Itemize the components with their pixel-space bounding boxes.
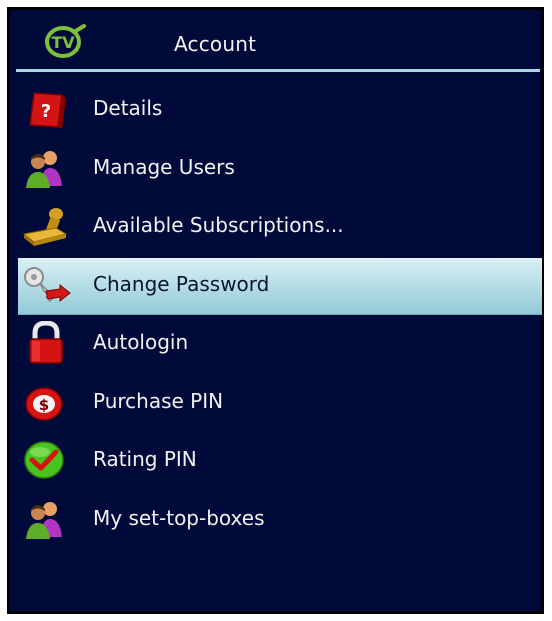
dollar-icon: $: [25, 386, 63, 421]
menu-item-available-subscriptions[interactable]: Available Subscriptions...: [10, 197, 541, 256]
tv-logo-icon: TV: [45, 24, 86, 58]
menu-item-label: My set-top-boxes: [93, 505, 265, 530]
menu-item-manage-users[interactable]: Manage Users: [10, 139, 541, 198]
account-menu: ? Details Manage Users Available Subscri…: [10, 80, 542, 549]
check-icon: [24, 441, 64, 479]
menu-item-details[interactable]: ? Details: [10, 80, 541, 139]
page-title: Account: [174, 32, 257, 56]
users-icon: [26, 501, 62, 539]
svg-text:TV: TV: [51, 33, 75, 52]
menu-item-autologin[interactable]: Autologin: [10, 314, 541, 373]
menu-item-purchase-pin[interactable]: $ Purchase PIN: [10, 373, 541, 432]
menu-item-change-password[interactable]: Change Password: [10, 256, 542, 315]
key-icon: [24, 266, 71, 302]
menu-item-label: Manage Users: [93, 154, 235, 179]
menu-item-my-set-top-boxes[interactable]: My set-top-boxes: [10, 490, 541, 549]
svg-text:?: ?: [41, 101, 51, 122]
menu-item-label: Change Password: [93, 271, 270, 296]
menu-item-label: Available Subscriptions...: [93, 213, 344, 237]
account-menu-window: TV Account ? Details Manage Users Availa…: [7, 7, 544, 614]
menu-item-label: Autologin: [93, 330, 189, 354]
header: TV Account: [10, 10, 541, 72]
svg-text:$: $: [39, 396, 49, 414]
lock-icon: [29, 321, 63, 364]
menu-item-label: Purchase PIN: [93, 388, 224, 413]
menu-item-label: Rating PIN: [93, 447, 197, 471]
menu-item-rating-pin[interactable]: Rating PIN: [10, 431, 541, 490]
help-book-icon: ?: [29, 92, 66, 129]
stamp-icon: [22, 208, 68, 246]
header-divider: [16, 69, 540, 72]
menu-item-label: Details: [93, 96, 163, 120]
users-icon: [26, 150, 62, 188]
